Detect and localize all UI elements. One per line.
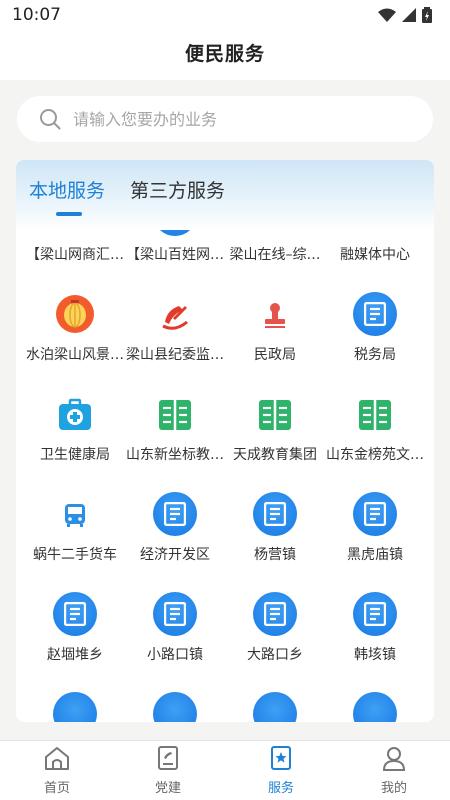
home-icon [45, 747, 69, 770]
nav-label-service: 服务 [267, 781, 294, 796]
document-icon [153, 230, 197, 236]
service-item[interactable]: 【梁山百姓网… [125, 230, 225, 282]
tab-third-party-services[interactable]: 第三方服务 [130, 176, 225, 203]
service-item[interactable]: 赵堌堆乡 [25, 582, 125, 682]
document-icon [353, 692, 397, 722]
service-card: 本地服务 第三方服务 【梁山网商汇… 【梁山百姓网… 梁山在线–综… 融媒体中心… [16, 160, 434, 722]
status-time: 10:07 [12, 5, 61, 25]
service-item[interactable]: 韩垓镇 [325, 582, 425, 682]
wifi-icon [378, 8, 396, 22]
party-emblem-icon [153, 292, 197, 336]
service-label: 融媒体中心 [340, 247, 410, 263]
tab-indicator [56, 212, 82, 216]
service-item[interactable]: 税务局 [325, 282, 425, 382]
document-icon [353, 492, 397, 536]
page-title: 便民服务 [184, 43, 265, 65]
service-grid: 【梁山网商汇… 【梁山百姓网… 梁山在线–综… 融媒体中心 水泊梁山风景… 梁山… [16, 230, 434, 722]
service-label: 蜗牛二手货车 [33, 547, 117, 563]
nav-item-service[interactable]: 服务 [251, 745, 311, 796]
book-icon [353, 392, 397, 436]
service-label: 黑虎庙镇 [347, 547, 403, 563]
service-label: 大路口乡 [247, 647, 303, 663]
service-item[interactable]: 蜗牛二手货车 [25, 482, 125, 582]
globe-icon [53, 230, 97, 236]
service-item[interactable] [25, 682, 125, 722]
document-icon [153, 692, 197, 722]
document-icon [253, 492, 297, 536]
service-label: 山东新坐标教… [126, 447, 224, 463]
document-icon [353, 292, 397, 336]
book-icon [253, 392, 297, 436]
service-label: 【梁山网商汇… [26, 247, 124, 263]
service-item[interactable]: 卫生健康局 [25, 382, 125, 482]
document-icon [353, 592, 397, 636]
service-label: 韩垓镇 [354, 647, 396, 663]
service-item[interactable]: 融媒体中心 [325, 230, 425, 282]
service-item[interactable]: 民政局 [225, 282, 325, 382]
service-item[interactable]: 梁山在线–综… [225, 230, 325, 282]
party-book-icon [158, 746, 178, 770]
media-icon [353, 230, 397, 236]
service-item[interactable]: 山东金榜苑文… [325, 382, 425, 482]
service-grid-viewport[interactable]: 【梁山网商汇… 【梁山百姓网… 梁山在线–综… 融媒体中心 水泊梁山风景… 梁山… [16, 230, 434, 722]
service-item[interactable]: 梁山县纪委监… [125, 282, 225, 382]
battery-icon [422, 7, 432, 23]
service-label: 梁山县纪委监… [126, 347, 224, 363]
document-icon [153, 492, 197, 536]
service-star-icon [271, 746, 291, 770]
nav-item-party[interactable]: 党建 [138, 745, 198, 796]
search-bar[interactable] [17, 96, 433, 142]
tab-local-services[interactable]: 本地服务 [29, 176, 105, 203]
book-icon [153, 392, 197, 436]
service-label: 【梁山百姓网… [126, 247, 224, 263]
service-item[interactable] [325, 682, 425, 722]
service-item[interactable]: 杨营镇 [225, 482, 325, 582]
service-item[interactable]: 水泊梁山风景… [25, 282, 125, 382]
medical-kit-icon [53, 392, 97, 436]
service-item[interactable]: 大路口乡 [225, 582, 325, 682]
lantern-icon [53, 292, 97, 336]
user-icon [382, 747, 406, 771]
service-label: 天成教育集团 [233, 447, 317, 463]
title-bar: 便民服务 [0, 30, 450, 80]
nav-label-home: 首页 [43, 781, 70, 796]
document-icon [53, 592, 97, 636]
service-label: 山东金榜苑文… [326, 447, 424, 463]
service-item[interactable]: 天成教育集团 [225, 382, 325, 482]
document-icon [253, 592, 297, 636]
service-label: 小路口镇 [147, 647, 203, 663]
bottom-nav: 首页 党建 服务 我的 [0, 740, 450, 800]
service-label: 杨营镇 [254, 547, 296, 563]
document-icon [253, 692, 297, 722]
nav-label-mine: 我的 [380, 781, 407, 796]
service-item[interactable]: 【梁山网商汇… [25, 230, 125, 282]
status-icons [378, 7, 432, 23]
nav-label-party: 党建 [154, 781, 181, 796]
bus-icon [53, 492, 97, 536]
search-icon [40, 109, 61, 130]
nav-item-home[interactable]: 首页 [27, 745, 87, 796]
service-label: 水泊梁山风景… [26, 347, 124, 363]
service-item[interactable]: 黑虎庙镇 [325, 482, 425, 582]
document-icon [53, 692, 97, 722]
service-item[interactable]: 小路口镇 [125, 582, 225, 682]
service-item[interactable] [125, 682, 225, 722]
signal-icon [402, 8, 416, 22]
document-icon [153, 592, 197, 636]
service-label: 卫生健康局 [40, 447, 110, 463]
building-icon [253, 230, 297, 236]
service-item[interactable] [225, 682, 325, 722]
service-tabs: 本地服务 第三方服务 [16, 160, 434, 230]
stamp-icon [253, 292, 297, 336]
search-input[interactable] [73, 109, 393, 129]
service-label: 赵堌堆乡 [47, 647, 103, 663]
service-item[interactable]: 经济开发区 [125, 482, 225, 582]
service-label: 梁山在线–综… [229, 247, 321, 263]
service-label: 民政局 [254, 347, 296, 363]
service-item[interactable]: 山东新坐标教… [125, 382, 225, 482]
service-label: 税务局 [354, 347, 396, 363]
service-label: 经济开发区 [140, 547, 210, 563]
nav-item-mine[interactable]: 我的 [364, 745, 424, 796]
status-bar: 10:07 [0, 0, 450, 30]
